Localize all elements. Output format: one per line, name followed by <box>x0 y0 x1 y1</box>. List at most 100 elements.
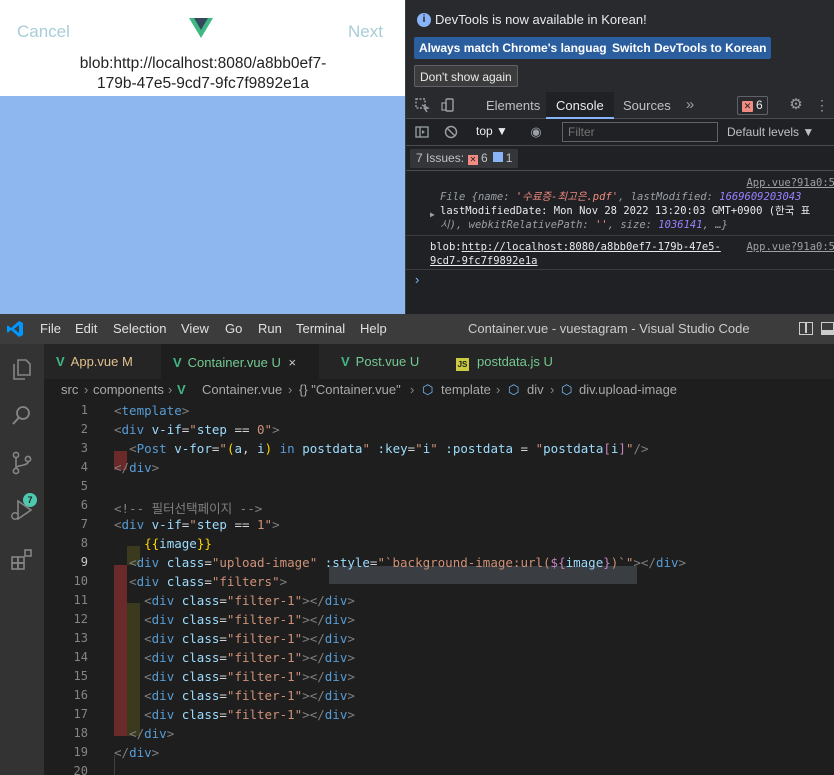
menu-selection[interactable]: Selection <box>113 321 166 336</box>
menu-view[interactable]: View <box>181 321 209 336</box>
tab-label: Container.vue <box>187 355 268 370</box>
info-icon: i <box>417 13 431 27</box>
breadcrumb-div[interactable]: div <box>527 379 544 401</box>
menu-edit[interactable]: Edit <box>75 321 97 336</box>
tab-container-vue[interactable]: V Container.vue U × <box>161 344 319 379</box>
breadcrumb-upload-image[interactable]: div.upload-image <box>579 379 677 401</box>
panel-layout-icon[interactable] <box>821 322 834 335</box>
issue-info-count: 1 <box>505 151 513 165</box>
console-prompt-icon[interactable]: › <box>415 272 419 287</box>
code-editor[interactable]: 1 2 3 4 5 6 7 8 9 10 11 12 13 14 15 16 1… <box>44 401 834 775</box>
issue-error-count: 6 <box>481 151 488 165</box>
line-number: 12 <box>73 612 88 626</box>
editor-tabbar: V App.vue M V Container.vue U × V Post.vue … <box>44 344 834 379</box>
error-icon: ✕ <box>742 101 753 112</box>
menu-go[interactable]: Go <box>225 321 242 336</box>
console-filter-input[interactable] <box>562 122 718 142</box>
tab-label: postdata.js <box>477 354 540 369</box>
vue-file-icon: V <box>177 382 186 397</box>
log-file-line[interactable]: File {name: '수료증-최고은.pdf', lastModified:… <box>440 190 801 204</box>
tab-sources[interactable]: Sources <box>613 92 681 119</box>
breadcrumb: src › components › V Container.vue › {} … <box>44 379 834 401</box>
app-viewport: Cancel Next blob:http://localhost:8080/a… <box>0 0 405 314</box>
settings-gear-icon[interactable]: ⚙ <box>788 97 804 113</box>
line-number: 3 <box>80 441 88 455</box>
menu-terminal[interactable]: Terminal <box>296 321 345 336</box>
line-number: 2 <box>80 422 88 436</box>
clear-console-icon[interactable] <box>443 124 459 140</box>
tab-console[interactable]: Console <box>546 92 614 119</box>
kebab-menu-icon[interactable]: ⋮ <box>814 97 830 113</box>
tab-status: U <box>543 354 553 369</box>
context-selector[interactable]: top ▼ <box>476 124 508 138</box>
breadcrumb-module[interactable]: {} "Container.vue" <box>299 379 401 401</box>
line-number: 11 <box>73 593 88 607</box>
element-icon: ⬡ <box>561 382 573 397</box>
switch-korean-button[interactable]: Switch DevTools to Korean <box>607 37 772 59</box>
chevron-right-icon: › <box>550 382 555 397</box>
line-number: 19 <box>73 745 88 759</box>
issues-button[interactable]: 7 Issues: ✕ 6 1 <box>410 149 519 168</box>
window-title: Container.vue - vuestagram - Visual Stud… <box>468 321 750 336</box>
line-number: 16 <box>73 688 88 702</box>
more-tabs-icon[interactable]: » <box>682 97 698 113</box>
log-key: name: <box>477 191 516 203</box>
inspect-element-icon[interactable] <box>414 97 430 113</box>
error-count: 6 <box>756 98 763 112</box>
tab-post-vue[interactable]: V Post.vue U <box>329 344 439 379</box>
log-levels-dropdown[interactable]: Default levels ▼ <box>727 125 814 139</box>
blob-link-cont[interactable]: 9cd7-9fc7f9892e1a <box>430 254 537 268</box>
js-file-icon: JS <box>456 358 469 371</box>
search-icon[interactable] <box>9 402 35 428</box>
expand-triangle-icon[interactable]: ▶ <box>430 208 435 222</box>
next-button[interactable]: Next <box>348 22 383 42</box>
log-file-name: '수료증-최고은.pdf' <box>515 191 619 203</box>
dont-show-again-button[interactable]: Don't show again <box>414 65 518 87</box>
code-line: <div class="filter-1"></div> <box>144 650 355 665</box>
device-toolbar-icon[interactable] <box>440 97 456 113</box>
log-suffix: , …} <box>702 219 728 231</box>
breadcrumb-src[interactable]: src <box>61 379 78 401</box>
breadcrumb-template[interactable]: template <box>441 379 491 401</box>
vue-file-icon: V <box>173 355 182 370</box>
blob-link[interactable]: 9cd7-9fc7f9892e1a <box>430 255 537 267</box>
element-icon: ⬡ <box>508 382 520 397</box>
issue-error-icon: ✕ <box>468 155 479 165</box>
tab-elements[interactable]: Elements <box>476 92 550 119</box>
log-size-value: 1036141 <box>658 219 703 231</box>
tab-postdata-js[interactable]: JS postdata.js U <box>444 344 574 379</box>
line-number: 6 <box>80 498 88 512</box>
tab-app-vue[interactable]: V App.vue M <box>44 344 161 379</box>
source-control-icon[interactable] <box>9 450 35 476</box>
close-icon[interactable]: × <box>289 355 297 370</box>
devtools-tabbar: Elements Console Sources » ✕ 6 ⚙ ⋮ <box>406 92 834 119</box>
breadcrumb-file[interactable]: Container.vue <box>202 379 282 401</box>
explorer-icon[interactable] <box>9 356 35 382</box>
vue-file-icon: V <box>56 354 65 369</box>
chevron-right-icon: › <box>288 382 293 397</box>
devtools-panel: i DevTools is now available in Korean! A… <box>405 0 834 314</box>
sidebar-toggle-icon[interactable] <box>414 124 430 140</box>
error-count-badge[interactable]: ✕ 6 <box>737 96 768 115</box>
match-language-button[interactable]: Always match Chrome's language <box>414 37 619 59</box>
cancel-button[interactable]: Cancel <box>17 22 70 42</box>
code-line: </div> <box>114 745 160 760</box>
run-debug-icon[interactable] <box>9 497 35 523</box>
breadcrumb-components[interactable]: components <box>93 379 164 401</box>
log-source-link[interactable]: App.vue?91a0:5 <box>746 176 834 190</box>
vscode-logo-icon <box>7 321 23 337</box>
menu-help[interactable]: Help <box>360 321 387 336</box>
tab-label: Post.vue <box>355 354 407 369</box>
extensions-icon[interactable] <box>9 546 35 572</box>
code-line: <div class="filter-1"></div> <box>144 669 355 684</box>
menu-run[interactable]: Run <box>258 321 282 336</box>
split-layout-icon[interactable] <box>799 322 813 335</box>
log-last-modified: 1669609203043 <box>719 191 802 203</box>
vscode-window: File Edit Selection View Go Run Terminal… <box>0 314 834 775</box>
log-source-link[interactable]: App.vue?91a0:5 <box>746 240 834 254</box>
blob-link[interactable]: http://localhost:8080/a8bb0ef7-179b-47e5… <box>462 241 721 253</box>
tab-label: App.vue <box>70 354 119 369</box>
eye-icon[interactable]: ◉ <box>528 124 544 140</box>
menu-file[interactable]: File <box>40 321 61 336</box>
log-levels-value: Default levels <box>727 125 800 139</box>
